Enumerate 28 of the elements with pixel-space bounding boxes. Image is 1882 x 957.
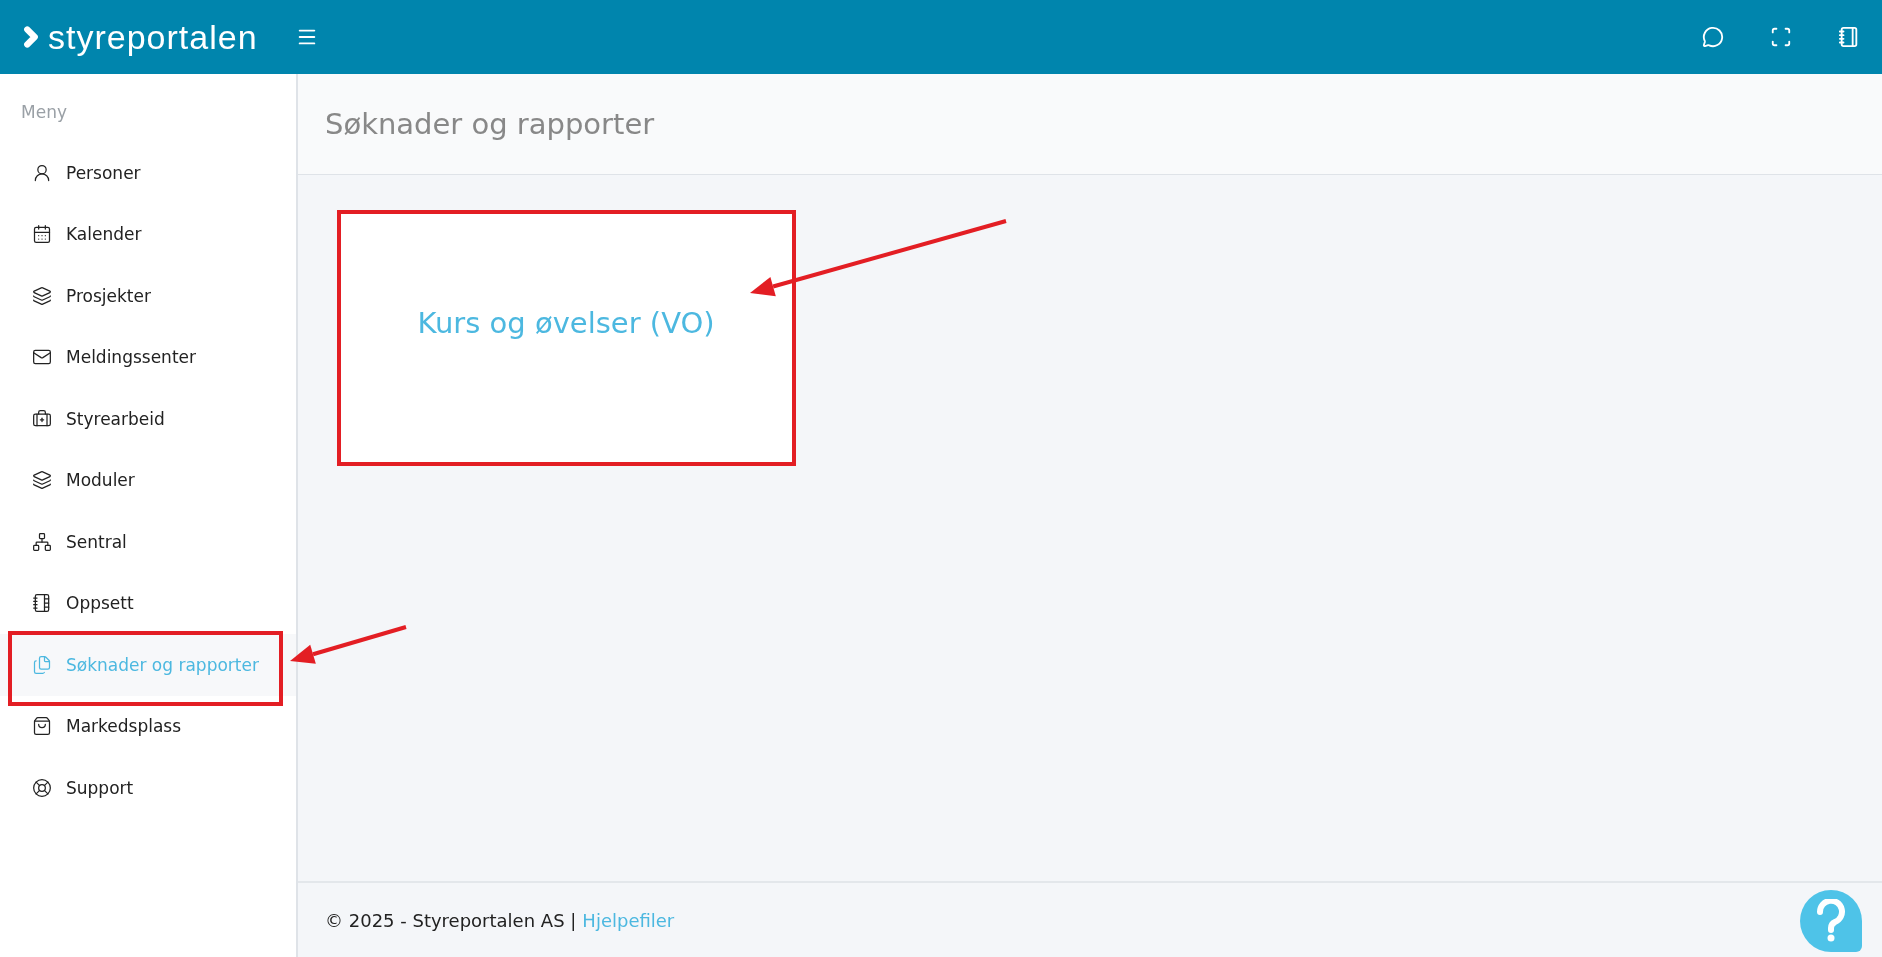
fullscreen-icon — [1770, 26, 1792, 48]
sidebar-item[interactable]: Prosjekter — [0, 265, 296, 327]
sidebar-item[interactable]: Meldingssenter — [0, 326, 296, 388]
briefcase-icon — [32, 408, 52, 429]
sidebar-item[interactable]: Moduler — [0, 449, 296, 511]
sidebar-item[interactable]: Sentral — [0, 511, 296, 573]
documents-icon — [32, 654, 52, 675]
page-title: Søknader og rapporter — [325, 107, 655, 141]
sidebar-item[interactable]: Markedsplass — [0, 695, 296, 757]
sidebar-item[interactable]: Personer — [0, 142, 296, 204]
lifebuoy-icon — [32, 777, 52, 798]
layers-icon — [32, 285, 52, 306]
layers-icon — [32, 470, 52, 491]
hierarchy-icon — [32, 531, 52, 552]
question-icon — [1814, 899, 1848, 943]
bag-icon — [32, 716, 52, 737]
menu-heading: Meny — [21, 102, 67, 122]
notebook-icon — [1838, 26, 1860, 48]
sidebar-item[interactable]: Kalender — [0, 203, 296, 265]
calendar-icon — [32, 224, 52, 245]
logo[interactable]: styreportalen — [16, 17, 258, 57]
copyright-text: © 2025 - Styreportalen AS | — [325, 909, 577, 931]
notebook-icon — [32, 593, 52, 614]
person-icon — [32, 162, 52, 183]
sidebar-item[interactable]: Styrearbeid — [0, 388, 296, 450]
sidebar-item[interactable]: Support — [0, 757, 296, 819]
sidebar-item[interactable]: Oppsett — [0, 572, 296, 634]
chat-icon — [1702, 26, 1724, 48]
